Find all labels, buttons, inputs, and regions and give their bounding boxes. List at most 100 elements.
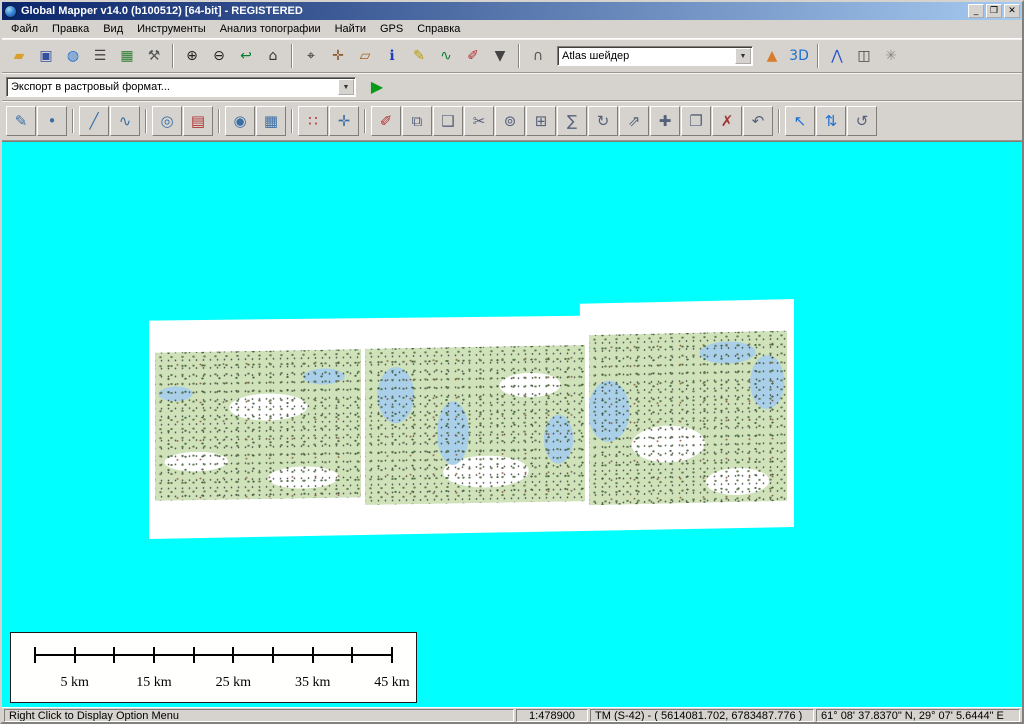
overlay-control-center-button[interactable]: ☰ [87,43,113,69]
map-tile-right [589,331,787,505]
create-line-button[interactable]: ╱ [79,106,109,136]
create-spline-button[interactable]: ∿ [110,106,140,136]
shader-combo[interactable]: Atlas шейдер ▼ [557,46,753,66]
toolbar-options-button[interactable]: ✳ [878,43,904,69]
zoom-in-button[interactable]: ⊕ [179,43,205,69]
digitizer-edit-button[interactable]: ✎ [6,106,36,136]
zoom-out-button[interactable]: ⊖ [206,43,232,69]
status-bar: Right Click to Display Option Menu 1:478… [2,707,1022,722]
feature-info-button[interactable]: ℹ [379,43,405,69]
menu-search[interactable]: Найти [328,20,373,38]
create-grid-button[interactable]: ▦ [256,106,286,136]
circles-icon: ◉ [233,114,246,129]
image-swipe-button[interactable]: ∩ [525,43,551,69]
move-feature-button[interactable]: ✚ [650,106,680,136]
export-combo[interactable]: Экспорт в растровый формат... ▼ [6,77,356,97]
select-features-button[interactable]: ↖ [785,106,815,136]
layers-icon: ☰ [94,49,107,63]
toolbar-separator [145,109,147,133]
path-profile-button[interactable]: ∿ [433,43,459,69]
rotate-feature-button[interactable]: ↻ [588,106,618,136]
chevron-down-icon: ▼ [495,49,506,63]
dropdown-arrow-icon[interactable]: ▼ [735,48,751,64]
apply-export-button[interactable]: ▶ [364,74,390,100]
close-button[interactable]: ✕ [1004,4,1020,18]
menu-gps[interactable]: GPS [373,20,410,38]
measure-feature-button[interactable]: ✐ [371,106,401,136]
title-bar: Global Mapper v14.0 (b100512) [64-bit] -… [2,2,1022,20]
buffer-areas-button[interactable]: ⊚ [495,106,525,136]
zoom-target-icon: ⌖ [307,49,315,63]
snap-vertex-button[interactable]: ✛ [329,106,359,136]
toolbar-separator [817,44,819,68]
coordinate-measure-button[interactable]: ✐ [460,43,486,69]
create-point-button[interactable]: • [37,106,67,136]
sparkle-icon: ✳ [885,49,897,63]
create-cad-feature-button[interactable]: ▤ [183,106,213,136]
shader-options-button[interactable]: ▲ [759,43,785,69]
crop-areas-button[interactable]: ❑ [433,106,463,136]
app-globe-icon [4,5,17,18]
pan-tool-button[interactable]: ✛ [325,43,351,69]
more-tools-button[interactable]: ▼ [487,43,513,69]
path-profile-window-button[interactable]: ⋀ [824,43,850,69]
profile-wave-icon: ∿ [440,49,452,63]
hammer-wrench-icon: ⚒ [148,49,161,63]
configuration-button[interactable]: ⚒ [141,43,167,69]
zoom-tool-button[interactable]: ⌖ [298,43,324,69]
restore-icon: ❐ [990,6,998,16]
full-extent-button[interactable]: ⌂ [260,43,286,69]
status-scale: 1:478900 [516,709,588,722]
menu-file[interactable]: Файл [4,20,45,38]
undo-arrow-icon: ↶ [752,114,765,129]
map-view[interactable]: 5 km15 km25 km35 km45 km [2,141,1022,707]
view-3d-window-button[interactable]: ◫ [851,43,877,69]
download-online-data-button[interactable]: ◍ [60,43,86,69]
info-icon: ℹ [389,49,394,63]
attribute-calculator-button[interactable]: ∑ [557,106,587,136]
copy-feature-button[interactable]: ❐ [681,106,711,136]
pencil-edit-icon: ✎ [15,114,28,129]
combine-areas-button[interactable]: ⧉ [402,106,432,136]
undo-digitizer-button[interactable]: ↶ [743,106,773,136]
measure-tool-button[interactable]: ▱ [352,43,378,69]
digitizer-group-2: ╱∿ [79,106,140,136]
scale-bar: 5 km15 km25 km35 km45 km [10,632,417,703]
map-catalog-button[interactable]: ▦ [114,43,140,69]
menu-view[interactable]: Вид [96,20,130,38]
menu-terrain-analysis[interactable]: Анализ топографии [213,20,328,38]
crop-square-icon: ❑ [441,114,454,129]
move-vertex-button[interactable]: ∷ [298,106,328,136]
window-title: Global Mapper v14.0 (b100512) [64-bit] -… [21,5,964,17]
maximize-button[interactable]: ❐ [986,4,1002,18]
minimize-button[interactable]: _ [968,4,984,18]
menu-edit[interactable]: Правка [45,20,96,38]
cut-areas-button[interactable]: ✂ [464,106,494,136]
create-range-rings-button[interactable]: ◎ [152,106,182,136]
offset-feature-button[interactable]: ⇅ [816,106,846,136]
save-workspace-button[interactable]: ▣ [33,43,59,69]
toolbar-separator [291,109,293,133]
export-combo-value: Экспорт в растровый формат... [7,81,337,93]
file-toolbar-group: ▰▣◍ ☰ ▦ ⚒ [6,43,167,69]
digitizer-tool-button[interactable]: ✎ [406,43,432,69]
dropdown-arrow-icon[interactable]: ▼ [338,79,354,95]
delete-feature-button[interactable]: ✗ [712,106,742,136]
open-file-button[interactable]: ▰ [6,43,32,69]
zoom-previous-button[interactable]: ↩ [233,43,259,69]
menu-tools[interactable]: Инструменты [130,20,213,38]
scale-feature-button[interactable]: ⇗ [619,106,649,136]
vertex-dots-icon: ∷ [308,114,318,129]
map-grid-icon: ▦ [120,49,133,63]
rotate-arrow-icon: ↻ [597,114,610,129]
play-icon: ▶ [371,79,383,95]
view-3d-button[interactable]: 3D [786,43,812,69]
menu-help[interactable]: Справка [410,20,467,38]
revert-feature-button[interactable]: ↺ [847,106,877,136]
spatial-operations-button[interactable]: ⊞ [526,106,556,136]
overlap-squares-icon: ⧉ [412,114,423,129]
create-concentric-circles-button[interactable]: ◉ [225,106,255,136]
revert-arrow-icon: ↺ [856,114,869,129]
pencil-ruler-icon: ✐ [380,114,393,129]
terrain-shader-icon: ▲ [767,49,778,63]
